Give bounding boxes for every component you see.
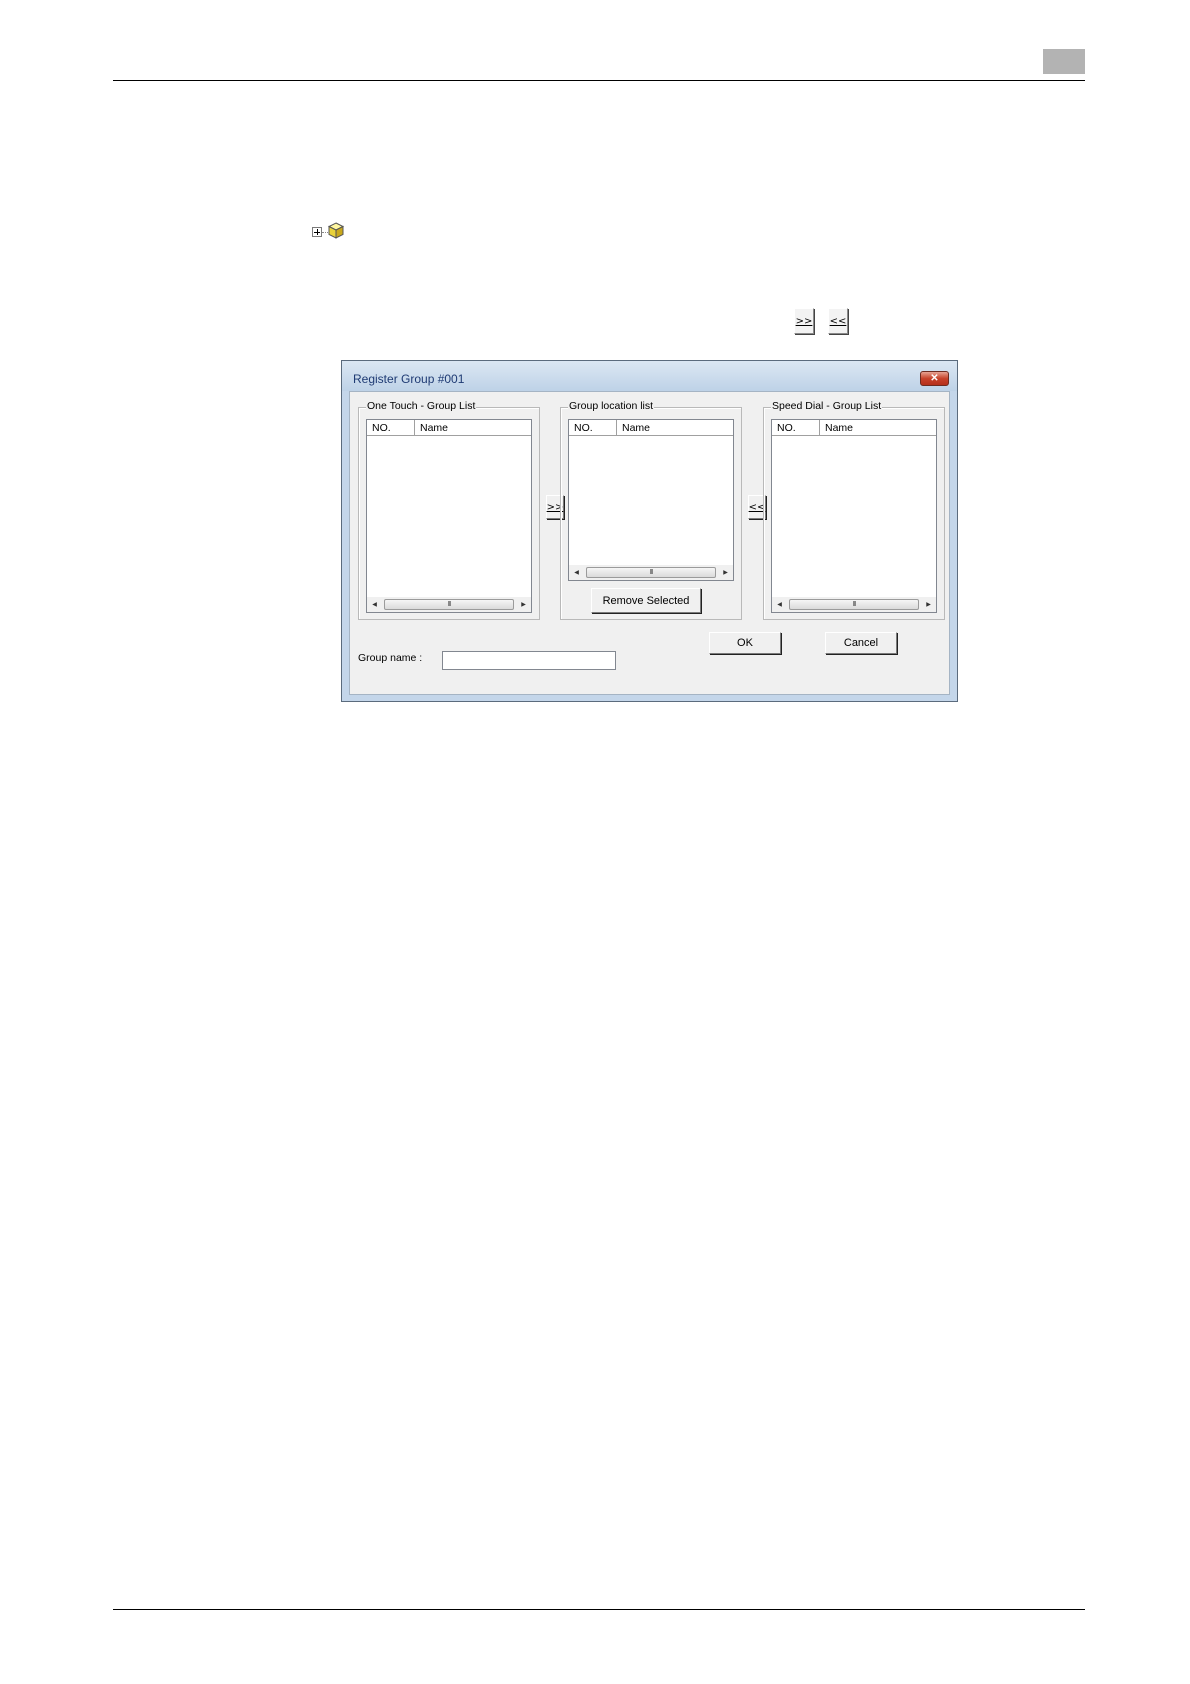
- list-header: NO. Name: [772, 420, 936, 436]
- column-name-header[interactable]: Name: [617, 420, 733, 436]
- cancel-button[interactable]: Cancel: [825, 632, 897, 654]
- group-location-label: Group location list: [568, 400, 655, 412]
- group-location-list[interactable]: NO. Name ◀ III ▶: [568, 419, 734, 581]
- plus-box-icon[interactable]: [312, 227, 322, 237]
- horizontal-scrollbar[interactable]: ◀ III ▶: [367, 597, 531, 612]
- group-location-groupbox: Group location list NO. Name ◀ III ▶ Rem…: [560, 400, 742, 620]
- group-name-label: Group name :: [358, 652, 423, 664]
- scroll-thumb[interactable]: III: [789, 599, 919, 610]
- speed-dial-label: Speed Dial - Group List: [771, 400, 883, 412]
- dialog-title: Register Group #001: [353, 372, 465, 386]
- add-arrow-button[interactable]: >>: [794, 308, 814, 334]
- column-no-header[interactable]: NO.: [772, 420, 820, 436]
- scroll-right-icon[interactable]: ▶: [718, 565, 733, 580]
- column-no-header[interactable]: NO.: [367, 420, 415, 436]
- speed-dial-groupbox: Speed Dial - Group List NO. Name ◀ III ▶: [763, 400, 945, 620]
- page-number-tab: [1043, 49, 1085, 74]
- list-header: NO. Name: [367, 420, 531, 436]
- scroll-left-icon[interactable]: ◀: [367, 597, 382, 612]
- scroll-thumb[interactable]: III: [384, 599, 514, 610]
- group-name-input[interactable]: [442, 651, 616, 670]
- scroll-right-icon[interactable]: ▶: [921, 597, 936, 612]
- one-touch-list[interactable]: NO. Name ◀ III ▶: [366, 419, 532, 613]
- column-name-header[interactable]: Name: [820, 420, 936, 436]
- scroll-left-icon[interactable]: ◀: [772, 597, 787, 612]
- list-header: NO. Name: [569, 420, 733, 436]
- horizontal-scrollbar[interactable]: ◀ III ▶: [569, 565, 733, 580]
- register-group-dialog: Register Group #001 ✕ One Touch - Group …: [341, 360, 958, 702]
- speed-dial-list[interactable]: NO. Name ◀ III ▶: [771, 419, 937, 613]
- remove-arrow-button[interactable]: <<: [828, 308, 848, 334]
- header-rule: [113, 80, 1085, 81]
- yellow-cube-icon: [327, 222, 345, 239]
- close-icon[interactable]: ✕: [920, 371, 949, 386]
- footer-rule: [113, 1609, 1085, 1610]
- scroll-left-icon[interactable]: ◀: [569, 565, 584, 580]
- scroll-right-icon[interactable]: ▶: [516, 597, 531, 612]
- ok-button[interactable]: OK: [709, 632, 781, 654]
- dialog-client-area: One Touch - Group List NO. Name ◀ III ▶ …: [349, 391, 950, 695]
- dialog-titlebar[interactable]: Register Group #001 ✕: [342, 361, 957, 391]
- remove-selected-button[interactable]: Remove Selected: [591, 588, 701, 613]
- column-no-header[interactable]: NO.: [569, 420, 617, 436]
- horizontal-scrollbar[interactable]: ◀ III ▶: [772, 597, 936, 612]
- one-touch-groupbox: One Touch - Group List NO. Name ◀ III ▶: [358, 400, 540, 620]
- scroll-thumb[interactable]: III: [586, 567, 716, 578]
- one-touch-label: One Touch - Group List: [366, 400, 477, 412]
- column-name-header[interactable]: Name: [415, 420, 531, 436]
